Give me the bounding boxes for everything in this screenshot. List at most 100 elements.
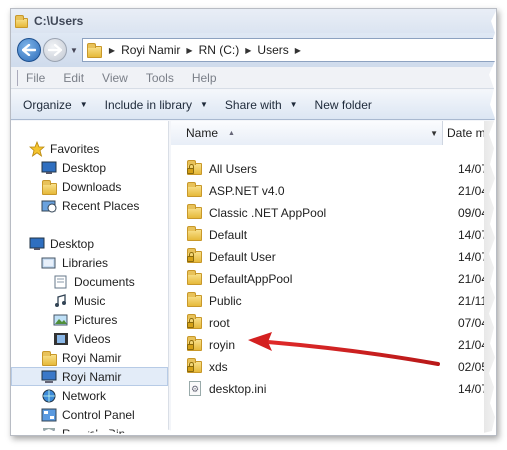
- file-name: Default User: [209, 250, 276, 264]
- explorer-window: C:\Users ▼ ▶ Royi Namir ▶ RN (C:) ▶ User…: [10, 8, 497, 436]
- file-row[interactable]: DefaultAppPool21/04/20: [171, 268, 496, 290]
- organize-button[interactable]: Organize ▼: [23, 98, 88, 112]
- file-name: DefaultAppPool: [209, 272, 293, 286]
- music-icon: [53, 293, 69, 309]
- documents-icon: [53, 274, 69, 290]
- nav-music[interactable]: Music: [53, 291, 105, 310]
- locked-folder-icon: [187, 314, 203, 331]
- forward-button[interactable]: [43, 38, 67, 62]
- recent-places-icon: [41, 198, 57, 214]
- nav-network[interactable]: Network: [41, 386, 106, 405]
- breadcrumb-users[interactable]: Users: [257, 43, 288, 57]
- nav-desktop[interactable]: Desktop: [29, 234, 94, 253]
- file-row[interactable]: Classic .NET AppPool09/04/20: [171, 202, 496, 224]
- breadcrumb-user[interactable]: Royi Namir: [121, 43, 180, 57]
- locked-folder-icon: [187, 160, 203, 177]
- column-name-header[interactable]: Name ▲ ▼: [171, 121, 443, 145]
- torn-edge: [489, 10, 496, 435]
- chevron-right-icon[interactable]: ▶: [186, 46, 192, 55]
- file-list: Name ▲ ▼ Date mo All Users14/07/20ASP.NE…: [171, 121, 496, 435]
- downloads-folder-icon: [41, 179, 57, 195]
- nav-pictures[interactable]: Pictures: [53, 310, 117, 329]
- file-row[interactable]: royin21/04/20: [171, 334, 496, 356]
- file-name: royin: [209, 338, 236, 352]
- file-row[interactable]: Default14/07/20: [171, 224, 496, 246]
- control-panel-icon: [41, 407, 57, 423]
- file-name: Public: [209, 294, 242, 308]
- computer-icon: [41, 369, 57, 385]
- file-name: Default: [209, 228, 248, 242]
- nav-downloads[interactable]: Downloads: [41, 177, 121, 196]
- settings-file-icon: [187, 381, 203, 397]
- folder-icon: [187, 182, 203, 199]
- folder-icon: [187, 204, 203, 221]
- menu-file[interactable]: File: [26, 71, 45, 85]
- nav-documents[interactable]: Documents: [53, 272, 135, 291]
- back-button[interactable]: [17, 38, 41, 62]
- torn-edge: [12, 428, 496, 435]
- file-name: desktop.ini: [209, 382, 267, 396]
- address-row: ▼ ▶ Royi Namir ▶ RN (C:) ▶ Users ▶: [11, 33, 496, 67]
- pictures-icon: [53, 312, 69, 328]
- libraries-icon: [41, 255, 57, 271]
- file-row[interactable]: desktop.ini14/07/20: [171, 378, 496, 400]
- nav-user-computer[interactable]: Royi Namir: [11, 367, 168, 386]
- chevron-right-icon[interactable]: ▶: [245, 46, 251, 55]
- new-folder-button[interactable]: New folder: [315, 98, 372, 112]
- window-title: C:\Users: [34, 14, 84, 28]
- file-row[interactable]: ASP.NET v4.021/04/20: [171, 180, 496, 202]
- file-name: root: [209, 316, 230, 330]
- folder-icon: [187, 226, 203, 243]
- folder-icon: [15, 15, 29, 29]
- arrow-left-icon: [22, 44, 36, 56]
- folder-icon: [187, 292, 203, 309]
- network-globe-icon: [41, 388, 57, 404]
- user-folder-icon: [41, 350, 57, 366]
- locked-folder-icon: [187, 358, 203, 375]
- file-row[interactable]: Default User14/07/20: [171, 246, 496, 268]
- nav-videos[interactable]: Videos: [53, 329, 110, 348]
- caret-down-icon: ▼: [79, 100, 88, 109]
- desktop-icon: [41, 160, 57, 176]
- command-bar: Organize ▼ Include in library ▼ Share with…: [11, 90, 496, 120]
- nav-libraries[interactable]: Libraries: [41, 253, 108, 272]
- menu-bar: File Edit View Tools Help: [11, 67, 496, 89]
- menu-view[interactable]: View: [102, 71, 128, 85]
- folder-icon: [86, 43, 103, 58]
- share-with-button[interactable]: Share with ▼: [225, 98, 298, 112]
- menu-edit[interactable]: Edit: [63, 71, 84, 85]
- caret-down-icon: ▼: [289, 100, 298, 109]
- breadcrumb-drive[interactable]: RN (C:): [199, 43, 240, 57]
- chevron-right-icon[interactable]: ▶: [295, 46, 301, 55]
- nav-control-panel[interactable]: Control Panel: [41, 405, 135, 424]
- caret-down-icon: ▼: [200, 100, 208, 109]
- include-in-library-button[interactable]: Include in library ▼: [105, 98, 208, 112]
- file-row[interactable]: All Users14/07/20: [171, 158, 496, 180]
- address-bar[interactable]: ▶ Royi Namir ▶ RN (C:) ▶ Users ▶: [81, 38, 496, 62]
- file-name: All Users: [209, 162, 258, 176]
- menu-help[interactable]: Help: [192, 71, 217, 85]
- nav-desktop-fav[interactable]: Desktop: [41, 158, 106, 177]
- file-row[interactable]: root07/04/20: [171, 312, 496, 334]
- recent-pages-dropdown[interactable]: ▼: [70, 46, 78, 55]
- file-name: ASP.NET v4.0: [209, 184, 285, 198]
- chevron-right-icon[interactable]: ▶: [109, 46, 115, 55]
- nav-recent-places[interactable]: Recent Places: [41, 196, 139, 215]
- file-name: xds: [209, 360, 228, 374]
- column-filter-dropdown[interactable]: ▼: [430, 129, 438, 138]
- nav-user-folder[interactable]: Royi Namir: [41, 348, 121, 367]
- locked-folder-icon: [187, 248, 203, 265]
- title-bar: C:\Users: [11, 9, 496, 33]
- menu-tools[interactable]: Tools: [146, 71, 174, 85]
- videos-icon: [53, 331, 69, 347]
- star-icon: [29, 140, 45, 157]
- folder-icon: [187, 270, 203, 287]
- file-row[interactable]: Public21/11/20: [171, 290, 496, 312]
- file-name: Classic .NET AppPool: [209, 206, 327, 220]
- arrow-right-icon: [48, 44, 62, 56]
- column-header: Name ▲ ▼ Date mo: [171, 121, 496, 145]
- desktop-icon: [29, 236, 45, 252]
- file-row[interactable]: xds02/05/20: [171, 356, 496, 378]
- nav-favorites[interactable]: Favorites: [29, 139, 99, 158]
- locked-folder-icon: [187, 336, 203, 353]
